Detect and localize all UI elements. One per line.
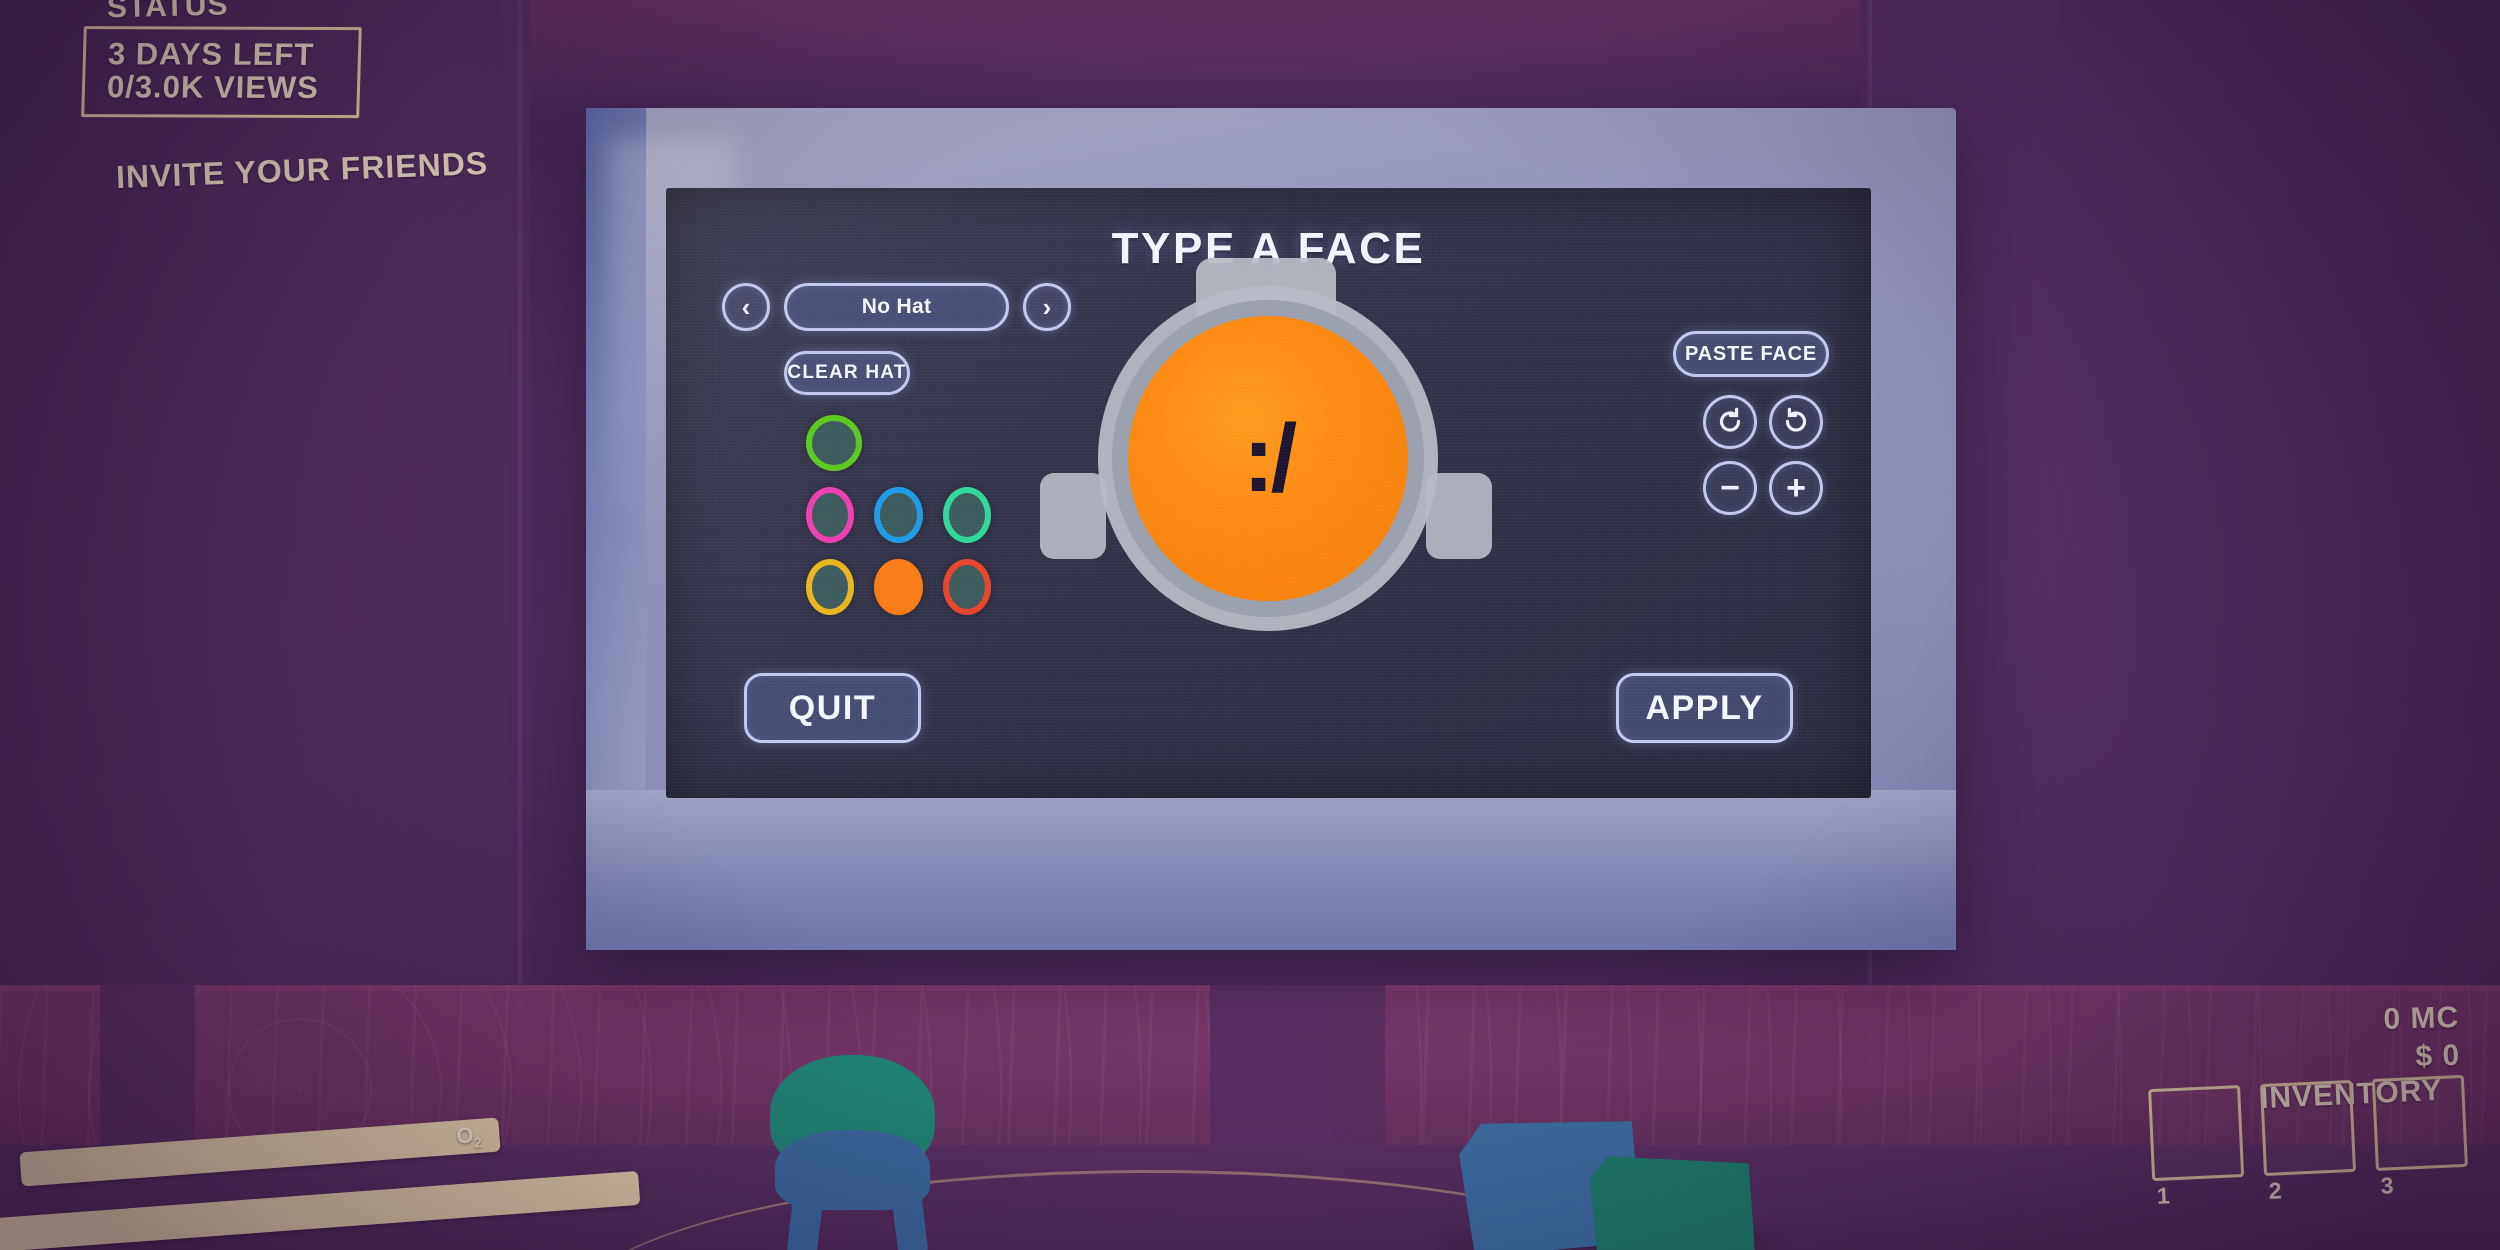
cash-balance: $ 0 bbox=[2415, 1038, 2461, 1073]
robot-head-preview: :/ bbox=[1040, 258, 1492, 738]
paste-face-button[interactable]: PASTE FACE bbox=[1673, 331, 1829, 377]
status-heading: STATUS bbox=[106, 0, 229, 25]
palette-row bbox=[806, 487, 991, 543]
inventory-slot-box[interactable] bbox=[2259, 1079, 2357, 1177]
chevron-left-icon: ‹ bbox=[741, 292, 751, 322]
rotate-right-icon bbox=[1782, 406, 1810, 439]
days-left-text: 3 DAYS LEFT bbox=[107, 36, 315, 72]
oxygen-meter: O2 bbox=[0, 1117, 700, 1250]
inventory-slots: 1 2 3 bbox=[2148, 1074, 2468, 1209]
hat-name-display[interactable]: No Hat bbox=[784, 283, 1009, 331]
increase-size-button[interactable]: + bbox=[1769, 461, 1823, 515]
color-swatch-red[interactable] bbox=[942, 559, 991, 615]
currency-hud: 0 MC $ 0 bbox=[2383, 999, 2461, 1076]
mc-balance: 0 MC bbox=[2383, 1000, 2460, 1037]
inventory-slot[interactable]: 1 bbox=[2148, 1085, 2245, 1209]
redo-button[interactable] bbox=[1769, 395, 1823, 449]
status-box: 3 DAYS LEFT 0/3.0K VIEWS bbox=[81, 26, 362, 119]
color-swatch-orange[interactable] bbox=[874, 559, 923, 615]
status-hud: STATUS 3 DAYS LEFT 0/3.0K VIEWS bbox=[81, 0, 387, 120]
slot-number: 1 bbox=[2156, 1182, 2171, 1209]
palette-row bbox=[806, 415, 991, 471]
oxygen-label: O2 bbox=[455, 1122, 483, 1151]
monitor: TYPE A FACE ‹ No Hat › CLEAR HAT:/ PAST… bbox=[586, 108, 1956, 950]
inventory-slot-box[interactable] bbox=[2371, 1074, 2468, 1171]
minus-icon: − bbox=[1720, 469, 1740, 507]
wall-upper-haze bbox=[500, 0, 2060, 120]
rotate-left-icon bbox=[1716, 406, 1744, 439]
wall-pillar-left bbox=[100, 985, 195, 1160]
color-palette bbox=[806, 415, 991, 631]
apply-button[interactable]: APPLY bbox=[1616, 673, 1793, 743]
hat-selector: ‹ No Hat › bbox=[722, 283, 1071, 331]
face-tools: − + bbox=[1703, 395, 1823, 515]
clear-hat-button[interactable]: CLEAR HAT bbox=[784, 351, 910, 395]
monitor-bezel-bottom bbox=[586, 790, 1956, 950]
undo-button[interactable] bbox=[1703, 395, 1757, 449]
color-swatch-magenta[interactable] bbox=[806, 487, 855, 543]
slot-number: 3 bbox=[2380, 1172, 2395, 1199]
inventory-slot[interactable]: 2 bbox=[2259, 1079, 2357, 1204]
inventory-slot[interactable]: 3 bbox=[2371, 1074, 2468, 1199]
plus-icon: + bbox=[1786, 469, 1806, 507]
palette-row bbox=[806, 559, 991, 615]
quit-button[interactable]: QUIT bbox=[744, 673, 921, 743]
color-swatch-mint[interactable] bbox=[942, 487, 991, 543]
head-ear-left bbox=[1040, 473, 1106, 559]
color-swatch-green[interactable] bbox=[806, 415, 862, 471]
monitor-screen: TYPE A FACE ‹ No Hat › CLEAR HAT:/ PAST… bbox=[666, 188, 1871, 798]
monitor-cabinet bbox=[1210, 985, 1335, 1160]
color-swatch-yellow[interactable] bbox=[806, 559, 855, 615]
face-expression: :/ bbox=[1242, 404, 1298, 512]
face-canvas[interactable]: :/ bbox=[1128, 316, 1408, 601]
views-counter: 0/3.0K VIEWS bbox=[106, 69, 320, 106]
slot-number: 2 bbox=[2268, 1177, 2283, 1204]
color-swatch-blue[interactable] bbox=[874, 487, 923, 543]
inventory-slot-box[interactable] bbox=[2148, 1085, 2245, 1182]
head-ear-right bbox=[1426, 473, 1492, 559]
decrease-size-button[interactable]: − bbox=[1703, 461, 1757, 515]
hat-prev-button[interactable]: ‹ bbox=[722, 283, 770, 331]
